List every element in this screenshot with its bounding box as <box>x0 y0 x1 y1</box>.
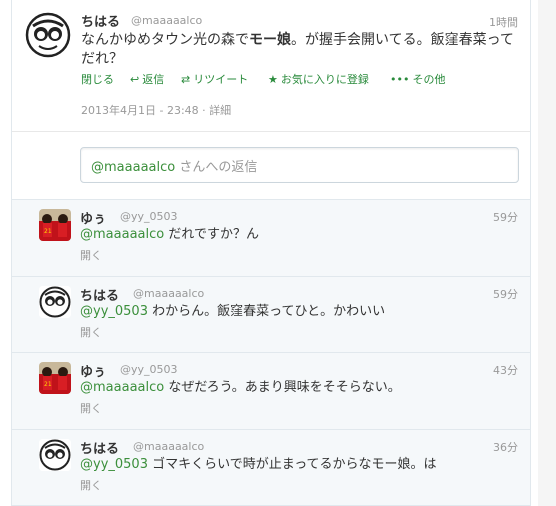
reply-body: だれですか？ん <box>164 227 259 242</box>
reply-text: @yy_0503 ゴマキくらいで時が止まってるからなモー娘。は <box>80 456 437 473</box>
tweet-time[interactable]: 1時間 <box>489 14 518 30</box>
tweet-text-bold: モー娘 <box>249 32 291 48</box>
svg-text:21: 21 <box>44 381 52 388</box>
reply-tweet[interactable]: ちはる @maaaaalco 36分 @yy_0503 ゴマキくらいで時が止まっ… <box>12 430 530 506</box>
reply-author-name[interactable]: ゆぅ <box>80 208 106 227</box>
open-link[interactable]: 開く <box>80 324 102 340</box>
avatar-drawing-icon <box>39 439 71 471</box>
reply-text: @yy_0503 わからん。飯窪春菜ってひと。かわいい <box>80 303 385 320</box>
favorite-button[interactable]: ★ お気に入りに登録 <box>268 71 369 87</box>
more-button[interactable]: ••• その他 <box>390 71 445 87</box>
reply-author-handle[interactable]: @yy_0503 <box>120 363 178 376</box>
timestamp-text: 2013年4月1日 - 23:48 <box>81 104 199 117</box>
reply-author-name[interactable]: ちはる <box>80 438 119 457</box>
avatar[interactable]: 21 <box>39 362 71 394</box>
detail-link[interactable]: 詳細 <box>209 104 231 117</box>
avatar[interactable]: 21 <box>39 209 71 241</box>
reply-time[interactable]: 36分 <box>493 439 518 455</box>
avatar-drawing-icon <box>39 286 71 318</box>
reply-author-name[interactable]: ちはる <box>80 285 119 304</box>
open-link[interactable]: 開く <box>80 477 102 493</box>
tweet-text: なんかゆめタウン光の森でモー娘。が握手会開いてる。飯窪春菜ってだれ？ <box>81 31 521 69</box>
reply-tweet[interactable]: ちはる @maaaaalco 59分 @yy_0503 わからん。飯窪春菜ってひ… <box>12 277 530 353</box>
avatar[interactable] <box>39 286 71 318</box>
author-name[interactable]: ちはる <box>81 11 120 30</box>
reply-tweet[interactable]: 21 ゆぅ @yy_0503 59分 @maaaaalco だれですか？ん 開く <box>12 200 530 277</box>
main-tweet[interactable]: ちはる @maaaaalco 1時間 なんかゆめタウン光の森でモー娘。が握手会開… <box>12 0 530 132</box>
favorite-label: お気に入りに登録 <box>280 73 369 86</box>
avatar-drawing-icon <box>25 12 71 58</box>
reply-time[interactable]: 59分 <box>493 209 518 225</box>
reply-mention[interactable]: @yy_0503 <box>80 457 148 472</box>
reply-icon: ↩ <box>130 73 140 86</box>
retweet-icon: ⇄ <box>181 73 191 86</box>
avatar[interactable] <box>39 439 71 471</box>
more-icon: ••• <box>390 73 410 86</box>
tweet-text-part: なんかゆめタウン光の森で <box>81 32 249 48</box>
svg-text:21: 21 <box>44 228 52 235</box>
reply-body: わからん。飯窪春菜ってひと。かわいい <box>147 304 386 319</box>
retweet-label: リツイート <box>193 73 249 86</box>
close-label: 閉じる <box>81 73 114 86</box>
reply-input-mention: @maaaaalco <box>91 160 176 175</box>
scrollbar[interactable] <box>538 0 556 506</box>
reply-mention[interactable]: @yy_0503 <box>80 304 148 319</box>
reply-time[interactable]: 59分 <box>493 286 518 302</box>
reply-tweet[interactable]: 21 ゆぅ @yy_0503 43分 @maaaaalco なぜだろう。あまり興… <box>12 353 530 430</box>
reply-button[interactable]: ↩ 返信 <box>130 71 164 87</box>
avatar[interactable] <box>25 12 71 58</box>
tweet-timestamp[interactable]: 2013年4月1日 - 23:48 · 詳細 <box>81 102 231 118</box>
reply-input-placeholder: さんへの返信 <box>175 160 258 175</box>
author-handle[interactable]: @maaaaalco <box>131 14 202 27</box>
reply-label: 返信 <box>142 73 165 86</box>
reply-body: なぜだろう。あまり興味をそそらない。 <box>164 380 401 395</box>
avatar-team-photo-icon: 21 <box>39 209 71 241</box>
reply-input[interactable]: @maaaaalco さんへの返信 <box>80 147 519 183</box>
reply-body: ゴマキくらいで時が止まってるからなモー娘。は <box>147 457 437 472</box>
open-link[interactable]: 開く <box>80 247 102 263</box>
conversation-panel: ちはる @maaaaalco 1時間 なんかゆめタウン光の森でモー娘。が握手会開… <box>11 0 531 506</box>
retweet-button[interactable]: ⇄ リツイート <box>181 71 248 87</box>
close-button[interactable]: 閉じる <box>81 71 114 87</box>
open-link[interactable]: 開く <box>80 400 102 416</box>
reply-mention[interactable]: @maaaaalco <box>80 380 164 395</box>
reply-time[interactable]: 43分 <box>493 362 518 378</box>
reply-author-handle[interactable]: @maaaaalco <box>133 440 204 453</box>
reply-text: @maaaaalco なぜだろう。あまり興味をそそらない。 <box>80 379 401 396</box>
reply-author-handle[interactable]: @yy_0503 <box>120 210 178 223</box>
star-icon: ★ <box>268 73 278 86</box>
reply-author-name[interactable]: ゆぅ <box>80 361 106 380</box>
reply-text: @maaaaalco だれですか？ん <box>80 226 259 243</box>
reply-mention[interactable]: @maaaaalco <box>80 227 164 242</box>
reply-author-handle[interactable]: @maaaaalco <box>133 287 204 300</box>
more-label: その他 <box>412 73 446 86</box>
avatar-team-photo-icon: 21 <box>39 362 71 394</box>
